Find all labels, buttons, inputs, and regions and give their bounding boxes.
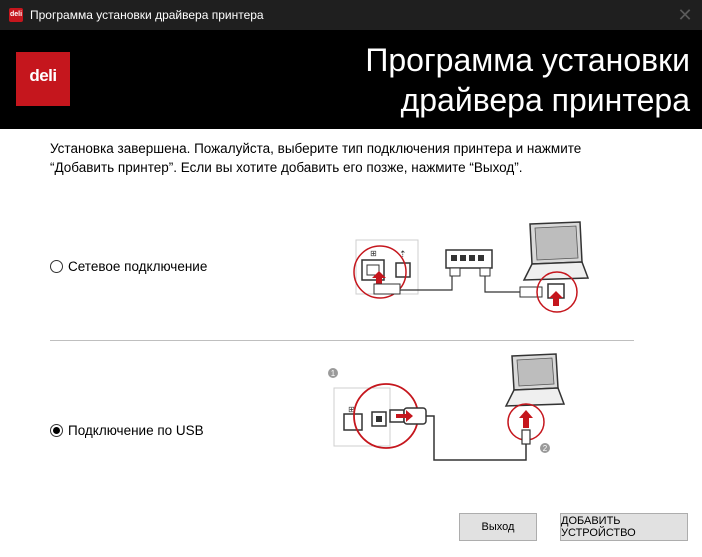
laptop-plug bbox=[519, 286, 543, 298]
network-radio[interactable] bbox=[50, 260, 63, 273]
logo-text: deli bbox=[29, 66, 57, 85]
usb-port-inner bbox=[376, 416, 382, 422]
network-connection-diagram: ⊞ ⇡ bbox=[353, 221, 590, 313]
switch-plug bbox=[449, 267, 461, 277]
ethernet-plug bbox=[373, 283, 401, 295]
switch-port bbox=[469, 255, 475, 261]
laptop-display bbox=[534, 225, 579, 261]
header-banner: deli Программа установки драйвера принте… bbox=[0, 30, 702, 129]
deli-logo: deli bbox=[16, 52, 70, 106]
radio-dot bbox=[53, 427, 60, 434]
add-device-button[interactable]: ДОБАВИТЬ УСТРОЙСТВО bbox=[560, 513, 688, 541]
close-button[interactable]: ✕ bbox=[672, 3, 698, 27]
usb-connection-option[interactable]: Подключение по USB bbox=[50, 423, 204, 438]
section-divider bbox=[50, 340, 634, 341]
switch-plug bbox=[479, 267, 491, 277]
network-cable-2 bbox=[484, 276, 522, 293]
laptop-arrow-icon bbox=[519, 410, 533, 428]
usb-option-label: Подключение по USB bbox=[68, 423, 204, 438]
instructions-text: Установка завершена. Пожалуйста, выберит… bbox=[50, 141, 582, 175]
usb-cable bbox=[426, 415, 527, 461]
step-1-label: 1 bbox=[331, 369, 336, 378]
network-connection-option[interactable]: Сетевое подключение bbox=[50, 259, 207, 274]
network-option-label: Сетевое подключение bbox=[68, 259, 208, 274]
window-title: Программа установки драйвера принтера bbox=[30, 8, 264, 22]
exit-button[interactable]: Выход bbox=[459, 513, 537, 541]
usb-connection-diagram: 1 ⊞ 2 bbox=[328, 353, 566, 461]
switch-port bbox=[478, 255, 484, 261]
banner-title-line1: Программа установки bbox=[365, 42, 690, 78]
laptop-keyboard-icon bbox=[504, 387, 566, 407]
switch-port bbox=[451, 255, 457, 261]
ethernet-port-icon bbox=[343, 413, 363, 431]
step-2-label: 2 bbox=[543, 444, 548, 453]
banner-title-line2: драйвера принтера bbox=[400, 82, 690, 118]
usb-radio[interactable] bbox=[50, 424, 63, 437]
title-bar: deli Программа установки драйвера принте… bbox=[0, 0, 702, 30]
usb-port-icon bbox=[395, 262, 411, 278]
switch-port bbox=[460, 255, 466, 261]
network-symbol-icon: ⊞ bbox=[370, 249, 377, 258]
laptop-keyboard-icon bbox=[522, 261, 590, 281]
banner-title: Программа установки драйвера принтера bbox=[290, 40, 690, 120]
app-logo-icon: deli bbox=[9, 8, 23, 22]
laptop-usb-plug bbox=[521, 429, 531, 445]
laptop-display bbox=[516, 357, 555, 387]
